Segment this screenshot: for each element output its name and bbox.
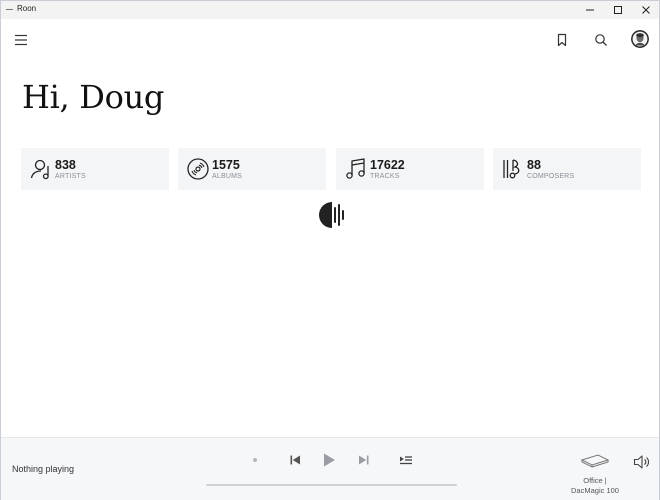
maximize-button[interactable] [603, 1, 633, 19]
search-button[interactable] [591, 30, 611, 50]
albums-label: ALBUMS [212, 173, 242, 180]
roon-logo-icon [319, 202, 344, 228]
now-playing-text: Nothing playing [12, 464, 75, 474]
album-disc-icon [187, 158, 209, 180]
avatar-image [631, 30, 649, 48]
minimize-button[interactable] [575, 1, 605, 19]
composers-label: COMPOSERS [527, 173, 575, 180]
artist-icon [30, 159, 49, 180]
volume-icon [633, 455, 649, 469]
app-icon [6, 9, 13, 10]
greeting-heading: Hi, Doug [22, 78, 165, 116]
shuffle-button[interactable] [249, 454, 261, 466]
window-title-bar[interactable]: Roon [1, 1, 659, 19]
close-button[interactable] [631, 1, 660, 19]
tracks-label: TRACKS [370, 173, 400, 180]
seek-bar[interactable] [206, 484, 457, 486]
tracks-count: 17622 [370, 158, 405, 172]
dac-device-icon[interactable] [580, 452, 610, 470]
play-icon [324, 453, 335, 467]
shuffle-dot-icon [253, 458, 257, 462]
previous-button[interactable] [287, 452, 303, 468]
bookmarks-button[interactable] [552, 30, 572, 50]
stat-card-composers[interactable]: 88 COMPOSERS [493, 148, 641, 190]
transport-bar: Nothing playing Office | DacMagic 100 [1, 437, 659, 500]
zone-name: Office | [583, 476, 607, 485]
bookmark-icon [557, 33, 567, 47]
hamburger-menu-icon [15, 34, 27, 46]
previous-icon [290, 455, 300, 465]
queue-button[interactable] [397, 452, 415, 468]
zone-selector[interactable]: Office | DacMagic 100 [561, 476, 629, 495]
play-button[interactable] [319, 450, 339, 470]
close-icon [642, 6, 650, 14]
stat-card-artists[interactable]: 838 ARTISTS [21, 148, 169, 190]
composer-icon [503, 159, 520, 179]
minimize-icon [586, 9, 594, 11]
zone-device: DacMagic 100 [571, 485, 619, 495]
user-avatar[interactable] [631, 30, 649, 48]
composers-count: 88 [527, 158, 541, 172]
next-icon [359, 455, 369, 465]
stat-card-albums[interactable]: 1575 ALBUMS [178, 148, 326, 190]
albums-count: 1575 [212, 158, 240, 172]
music-note-icon [346, 158, 365, 179]
maximize-icon [614, 6, 622, 14]
roon-window: Roon Hi, Doug 838 ARTISTS 1575 ALBUMS 17… [0, 0, 660, 500]
search-icon [595, 34, 607, 46]
menu-button[interactable] [11, 30, 31, 50]
stat-card-tracks[interactable]: 17622 TRACKS [336, 148, 484, 190]
queue-icon [400, 456, 412, 465]
next-button[interactable] [356, 452, 372, 468]
artists-count: 838 [55, 158, 76, 172]
window-title: Roon [17, 4, 37, 13]
artists-label: ARTISTS [55, 173, 86, 180]
volume-button[interactable] [631, 452, 653, 472]
